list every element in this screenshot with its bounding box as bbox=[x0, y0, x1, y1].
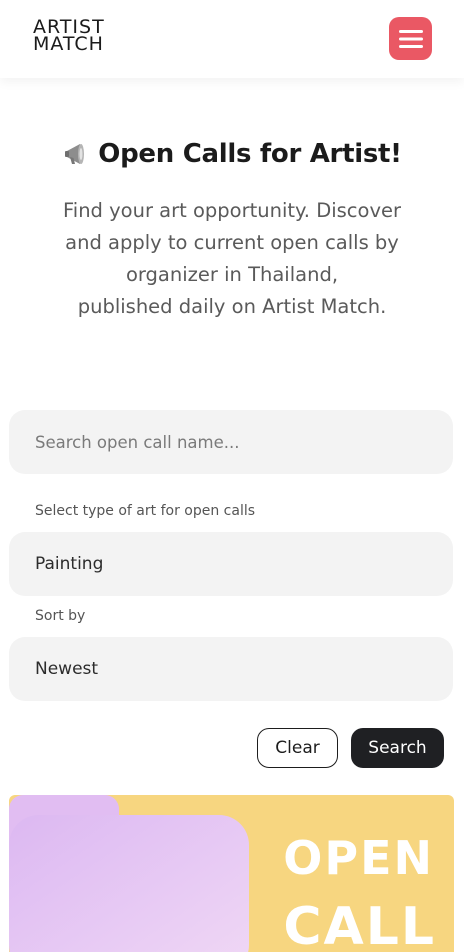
art-type-label: Select type of art for open calls bbox=[35, 503, 256, 519]
page-title: Open Calls for Artist! bbox=[98, 139, 402, 169]
clear-button[interactable]: Clear bbox=[257, 728, 338, 768]
logo-line-2: MATCH bbox=[33, 33, 104, 55]
search-placeholder: Search open call name... bbox=[35, 432, 240, 452]
sort-value: Newest bbox=[35, 659, 99, 679]
banner-call-text: CALL bbox=[283, 897, 436, 952]
art-type-value: Painting bbox=[35, 554, 104, 574]
menu-button[interactable] bbox=[389, 17, 432, 60]
open-call-banner[interactable]: OPEN CALL bbox=[9, 795, 454, 952]
sort-by-label: Sort by bbox=[35, 608, 86, 624]
top-header: ARTIST MATCH bbox=[0, 0, 464, 78]
megaphone-icon bbox=[65, 144, 85, 164]
description-line: and apply to current open calls by bbox=[65, 231, 399, 254]
search-button[interactable]: Search bbox=[351, 728, 444, 768]
description-line: published daily on Artist Match. bbox=[77, 295, 387, 318]
art-type-select[interactable]: Painting bbox=[9, 532, 453, 596]
sort-select[interactable]: Newest bbox=[9, 637, 453, 701]
description-line: Find your art opportunity. Discover bbox=[62, 199, 402, 222]
hero-title-row: Open Calls for Artist! bbox=[0, 138, 464, 170]
artist-match-logo[interactable]: ARTIST MATCH bbox=[33, 18, 123, 61]
search-input[interactable]: Search open call name... bbox=[9, 410, 453, 474]
banner-open-text: OPEN bbox=[283, 831, 434, 885]
description-line: organizer in Thailand, bbox=[125, 263, 339, 286]
page-description: Find your art opportunity. Discover and … bbox=[40, 195, 424, 323]
hamburger-menu-icon bbox=[398, 29, 423, 48]
